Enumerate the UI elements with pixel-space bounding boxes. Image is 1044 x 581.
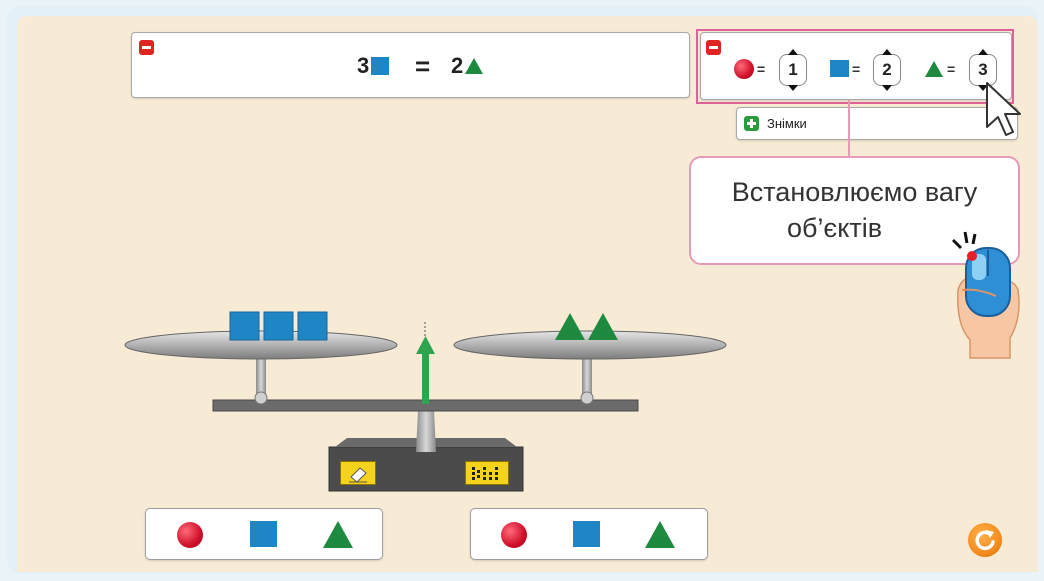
balance-scale — [124, 311, 727, 492]
eraser-button[interactable] — [340, 461, 376, 485]
right-pan — [453, 330, 727, 360]
pan-triangle[interactable] — [588, 313, 618, 340]
pan-square[interactable] — [263, 311, 294, 341]
abacus-icon — [472, 467, 498, 480]
pan-square[interactable] — [229, 311, 260, 341]
balance-arrow — [422, 352, 429, 404]
reset-button[interactable] — [968, 523, 1002, 557]
circle-icon[interactable] — [501, 522, 527, 548]
triangle-icon[interactable] — [645, 521, 675, 548]
abacus-button[interactable] — [465, 461, 509, 485]
right-shape-tray — [470, 508, 708, 560]
square-icon[interactable] — [250, 521, 277, 547]
circle-icon[interactable] — [177, 522, 203, 548]
pan-triangle[interactable] — [555, 313, 585, 340]
left-shape-tray — [145, 508, 383, 560]
eraser-icon — [349, 467, 367, 483]
square-icon[interactable] — [573, 521, 600, 547]
triangle-icon[interactable] — [323, 521, 353, 548]
left-pan — [124, 330, 398, 360]
pan-square[interactable] — [297, 311, 328, 341]
refresh-icon — [975, 530, 995, 551]
